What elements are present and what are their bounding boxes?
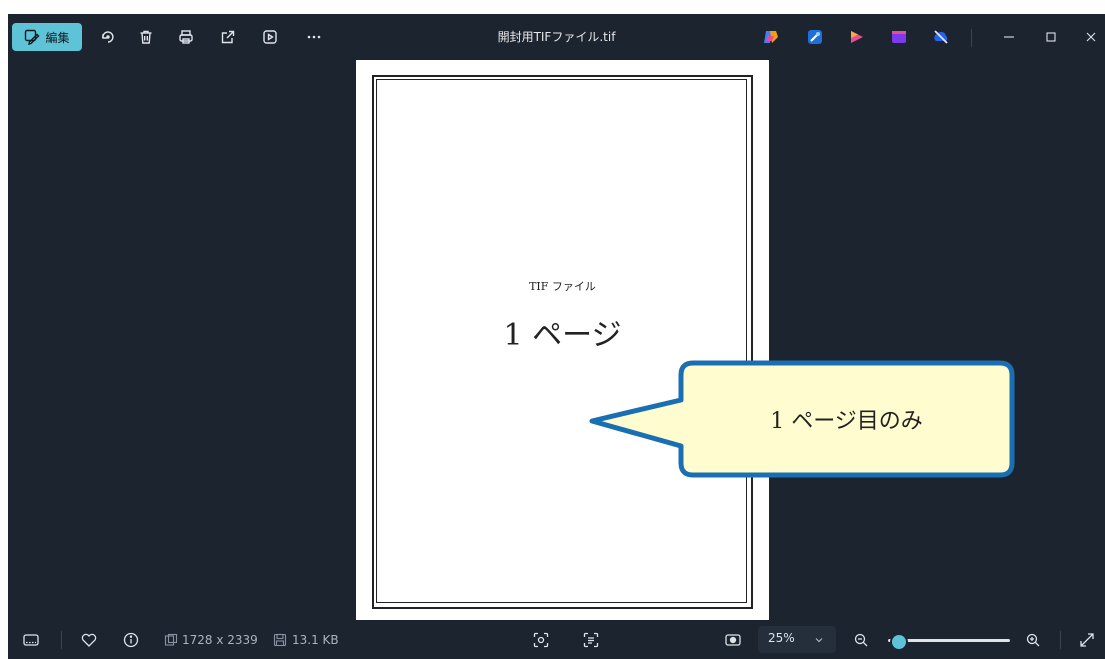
- onedrive-offline-icon[interactable]: [932, 28, 950, 46]
- zoom-level-dropdown[interactable]: 25%: [758, 626, 836, 653]
- zoom-out-icon[interactable]: [852, 631, 870, 649]
- actual-size-icon[interactable]: [724, 631, 742, 649]
- toolbar-divider: [971, 29, 972, 47]
- more-icon: [307, 35, 321, 39]
- chevron-down-icon: [815, 638, 823, 643]
- status-divider: [61, 631, 62, 649]
- text-extract-icon[interactable]: [582, 631, 600, 649]
- share-icon: [221, 30, 235, 44]
- zoom-level-value: 25%: [768, 631, 795, 645]
- file-size: 13.1 KB: [292, 633, 339, 647]
- rotate-button[interactable]: [94, 23, 122, 51]
- document-page: TIF ファイル 1 ページ: [356, 60, 769, 620]
- designer-icon[interactable]: [806, 28, 824, 46]
- file-size-icon: [273, 633, 287, 647]
- edit-button-label: 編集: [45, 30, 70, 45]
- zoom-slider-thumb[interactable]: [890, 633, 909, 651]
- favorite-heart-icon[interactable]: [80, 631, 98, 649]
- maximize-icon: [1046, 32, 1056, 42]
- edit-image-icon: [25, 29, 40, 45]
- video-editor-icon[interactable]: [890, 28, 908, 46]
- photos-app-window: 編集 開封用TIFファイル.tif TIF ファイル 1 ページ 1728 x …: [8, 14, 1105, 659]
- edit-button[interactable]: 編集: [12, 23, 82, 51]
- image-canvas[interactable]: TIF ファイル 1 ページ: [8, 60, 1105, 620]
- more-options-button[interactable]: [300, 23, 328, 51]
- title-bar: 編集 開封用TIFファイル.tif: [8, 14, 1105, 60]
- document-heading: 1 ページ: [503, 318, 622, 353]
- minimize-icon: [1004, 36, 1014, 38]
- slideshow-button[interactable]: [256, 23, 284, 51]
- filmstrip-icon[interactable]: [22, 631, 40, 649]
- rotate-icon: [102, 31, 114, 43]
- clipchamp-icon[interactable]: [848, 28, 866, 46]
- status-divider-right: [1060, 631, 1061, 649]
- image-dimensions-icon: [164, 633, 178, 646]
- printer-icon: [179, 30, 193, 44]
- visual-search-icon[interactable]: [532, 631, 550, 649]
- fullscreen-icon[interactable]: [1078, 631, 1096, 649]
- info-icon[interactable]: [122, 631, 140, 649]
- trash-icon: [140, 30, 152, 44]
- delete-button[interactable]: [132, 23, 160, 51]
- close-button[interactable]: [1076, 23, 1105, 51]
- slideshow-icon: [263, 30, 277, 44]
- print-button[interactable]: [172, 23, 200, 51]
- minimize-button[interactable]: [994, 23, 1024, 51]
- document-label: TIF ファイル: [529, 280, 596, 293]
- zoom-in-icon[interactable]: [1024, 631, 1042, 649]
- close-icon: [1086, 32, 1096, 42]
- copilot-icon[interactable]: [762, 28, 780, 46]
- maximize-button[interactable]: [1036, 23, 1066, 51]
- image-dimensions: 1728 x 2339: [182, 633, 258, 647]
- callout-text: 1 ページ目のみ: [770, 409, 923, 434]
- share-button[interactable]: [214, 23, 242, 51]
- status-bar: 1728 x 2339 13.1 KB 25%: [8, 620, 1105, 659]
